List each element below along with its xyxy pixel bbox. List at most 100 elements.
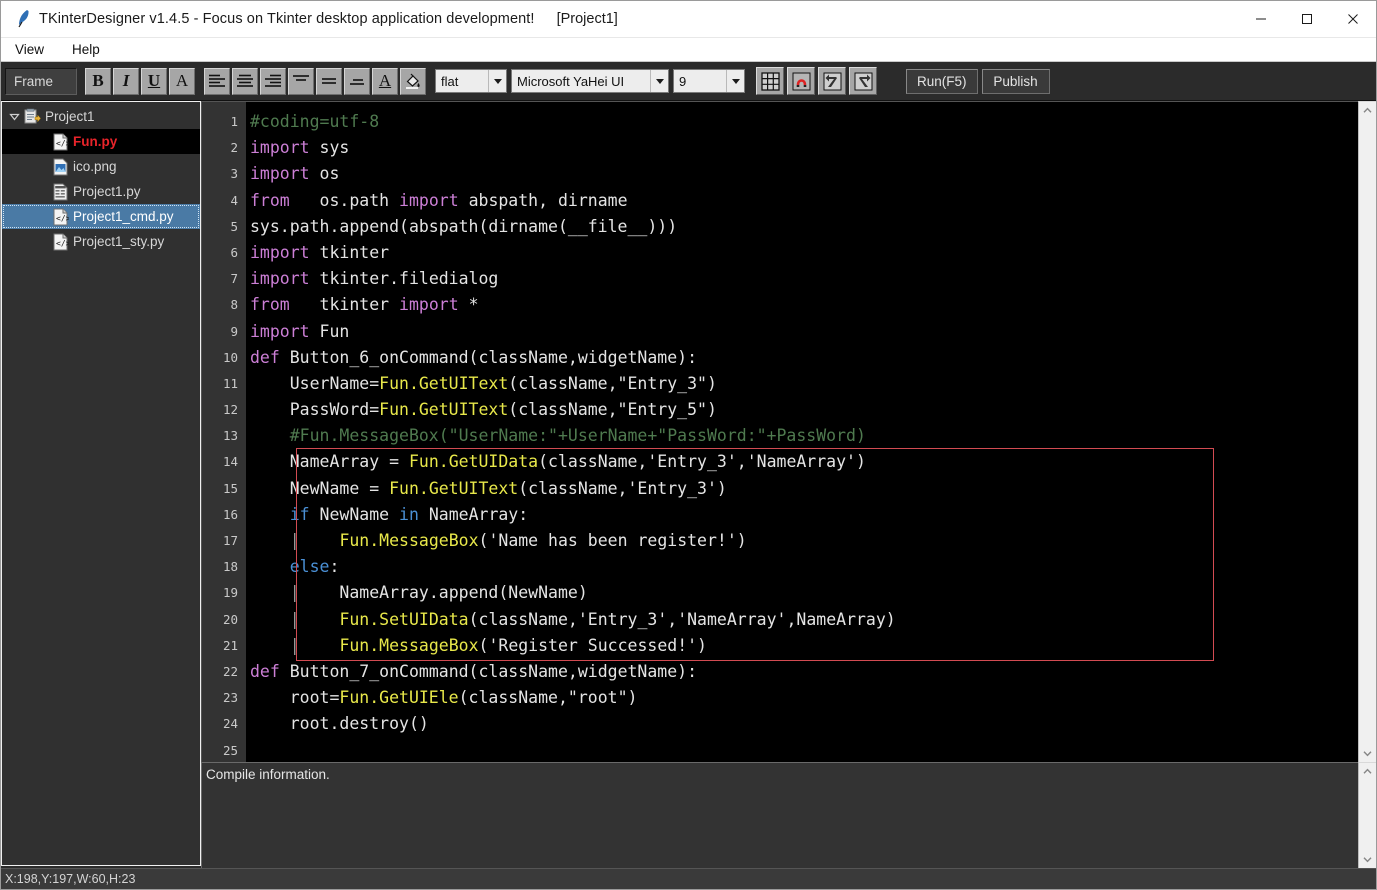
line-number: 13 (222, 428, 238, 444)
font-size-select[interactable]: 9 (673, 69, 745, 93)
svg-text:</>: </> (56, 214, 69, 223)
snap-magnet-button[interactable] (787, 67, 815, 95)
underline-button[interactable]: U (141, 67, 167, 95)
chevron-down-icon[interactable] (6, 111, 22, 122)
code-line: if NewName in NameArray: (289, 504, 529, 524)
paint-bucket-icon[interactable] (400, 67, 426, 95)
line-number: 7 (230, 271, 238, 287)
compile-panel-wrapper: Compile information. (201, 762, 1376, 868)
widget-type-label[interactable]: Frame (5, 67, 77, 95)
scroll-up-icon[interactable] (1359, 102, 1376, 119)
code-line: def Button_7_onCommand(className,widgetN… (250, 661, 698, 681)
line-number: 22 (222, 663, 238, 679)
project-icon (22, 108, 42, 125)
font-family-select[interactable]: Microsoft YaHei UI (511, 69, 669, 93)
tree-item-project1-sty-py[interactable]: </> Project1_sty.py (2, 229, 200, 254)
compile-vertical-scrollbar[interactable] (1358, 762, 1376, 868)
title-bar: TKinterDesigner v1.4.5 - Focus on Tkinte… (1, 1, 1376, 38)
code-line: | Fun.SetUIData(className,'Entry_3','Nam… (289, 609, 896, 629)
code-line: from os.path import abspath, dirname (250, 190, 628, 210)
scroll-down-icon[interactable] (1359, 851, 1376, 868)
tree-item-project1-cmd-py[interactable]: </> Project1_cmd.py (2, 204, 200, 229)
tree-item-project1-py[interactable]: Project1.py (2, 179, 200, 204)
tree-root-label: Project1 (45, 109, 95, 124)
code-line: else: (289, 557, 340, 577)
italic-button[interactable]: I (113, 67, 139, 95)
code-line: #Fun.MessageBox("UserName:"+UserName+"Pa… (250, 426, 866, 446)
code-file-icon: </> (50, 233, 70, 251)
close-button[interactable] (1330, 1, 1376, 37)
tree-item-ico-png[interactable]: ico.png (2, 154, 200, 179)
svg-text:</>: </> (56, 139, 69, 148)
line-number: 9 (230, 323, 238, 339)
line-number: 11 (222, 375, 238, 391)
grid-button[interactable] (756, 67, 784, 95)
code-line: root=Fun.GetUIEle(className,"root") (250, 688, 638, 708)
form-file-icon (50, 183, 70, 201)
code-line: UserName=Fun.GetUIText(className,"Entry_… (250, 373, 717, 393)
tree-item-label: Project1.py (73, 184, 141, 199)
chevron-down-icon[interactable] (650, 70, 668, 92)
line-number: 18 (222, 559, 238, 575)
left-column: Project1 </> Fun.py (1, 101, 201, 868)
publish-button[interactable]: Publish (981, 68, 1050, 94)
code-line: NameArray = Fun.GetUIData(className,'Ent… (250, 452, 866, 472)
run-button[interactable]: Run(F5) (906, 68, 978, 94)
align-right-button[interactable] (260, 67, 286, 95)
line-number: 12 (222, 402, 238, 418)
align-left-button[interactable] (204, 67, 230, 95)
bold-button[interactable]: B (85, 67, 111, 95)
tree-item-label: Project1_cmd.py (73, 209, 174, 224)
chevron-down-icon[interactable] (488, 70, 506, 92)
menu-item-view[interactable]: View (13, 40, 56, 60)
code-line: import sys (250, 138, 350, 158)
compile-information-panel[interactable]: Compile information. (201, 762, 1358, 868)
menu-item-help[interactable]: Help (70, 40, 112, 60)
code-line: | Fun.MessageBox('Name has been register… (289, 531, 747, 550)
minimize-button[interactable] (1238, 1, 1284, 37)
text-color-button[interactable]: A (372, 67, 398, 95)
code-line: import Fun (250, 321, 350, 341)
align-top-button[interactable] (288, 67, 314, 95)
redo-button[interactable] (849, 67, 877, 95)
status-bar: X:198,Y:197,W:60,H:23 (1, 868, 1376, 889)
font-family-value: Microsoft YaHei UI (517, 73, 625, 89)
code-area[interactable]: #coding=utf-8 import sys import os from os.… (246, 102, 1358, 762)
code-file-icon: </> (50, 208, 70, 226)
relief-select[interactable]: flat (435, 69, 507, 93)
tree-root-project1[interactable]: Project1 (2, 104, 200, 129)
line-number: 4 (230, 192, 238, 208)
chevron-down-icon[interactable] (726, 70, 744, 92)
maximize-button[interactable] (1284, 1, 1330, 37)
editor-vertical-scrollbar[interactable] (1358, 101, 1376, 762)
window-controls (1238, 1, 1376, 37)
align-center-button[interactable] (232, 67, 258, 95)
relief-value: flat (441, 73, 459, 89)
line-number: 23 (222, 690, 238, 706)
font-style-button[interactable]: A (169, 67, 195, 95)
line-number: 15 (222, 480, 238, 496)
undo-button[interactable] (818, 67, 846, 95)
code-line: import tkinter (250, 242, 390, 262)
editor-wrapper: 1 2 3 4 5 6 7 8 9 10 11 12 13 14 15 16 1… (201, 101, 1376, 762)
line-number-gutter: 1 2 3 4 5 6 7 8 9 10 11 12 13 14 15 16 1… (202, 102, 246, 762)
code-line: PassWord=Fun.GetUIText(className,"Entry_… (250, 400, 717, 420)
code-line: sys.path.append(abspath(dirname(__file__… (250, 216, 678, 236)
line-number: 21 (222, 637, 238, 653)
scroll-up-icon[interactable] (1359, 763, 1376, 780)
code-editor[interactable]: 1 2 3 4 5 6 7 8 9 10 11 12 13 14 15 16 1… (201, 101, 1358, 762)
code-line: import os (250, 164, 340, 184)
tree-item-fun-py[interactable]: </> Fun.py (2, 129, 200, 154)
line-number: 24 (222, 716, 238, 732)
align-middle-button[interactable] (316, 67, 342, 95)
scroll-down-icon[interactable] (1359, 745, 1376, 762)
image-file-icon (50, 158, 70, 176)
line-number: 2 (230, 140, 238, 156)
code-line: def Button_6_onCommand(className,widgetN… (250, 347, 698, 367)
project-tree[interactable]: Project1 </> Fun.py (1, 101, 201, 866)
code-file-icon: </> (50, 133, 70, 151)
align-bottom-button[interactable] (344, 67, 370, 95)
feather-icon (11, 9, 37, 29)
code-line: import tkinter.filedialog (250, 269, 499, 289)
line-number: 17 (222, 533, 238, 548)
